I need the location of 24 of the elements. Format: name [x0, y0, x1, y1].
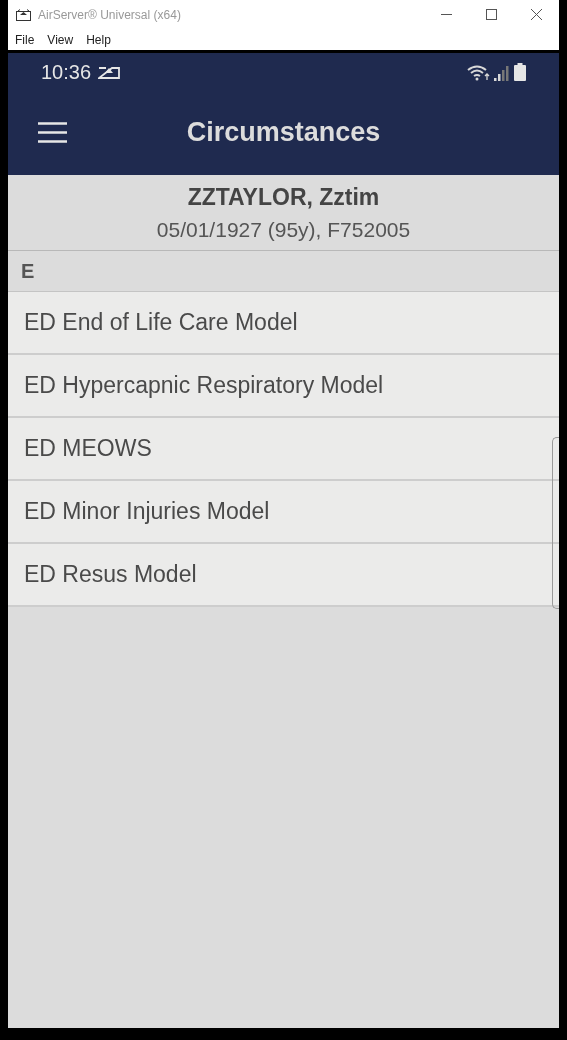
notification-icon: [98, 64, 121, 79]
list-item[interactable]: ED Hypercapnic Respiratory Model: [8, 355, 559, 418]
maximize-icon: [486, 9, 497, 20]
list-item[interactable]: ED End of Life Care Model: [8, 292, 559, 355]
menu-item[interactable]: File: [15, 30, 35, 49]
close-icon: [531, 9, 542, 20]
list-item[interactable]: ED Minor Injuries Model: [8, 481, 559, 544]
battery-icon: [514, 62, 526, 81]
menu-item[interactable]: View: [47, 30, 74, 49]
page-title: Circumstances: [186, 116, 381, 150]
menu-icon: [37, 122, 67, 143]
section-header: E: [21, 259, 35, 284]
minimize-icon: [441, 14, 452, 15]
scroll-handle[interactable]: [552, 437, 559, 609]
app-icon: [16, 8, 31, 21]
status-time: 10:36: [41, 59, 92, 85]
patient-name: ZZTAYLOR, Zztim: [187, 182, 380, 212]
list-item[interactable]: ED Resus Model: [8, 544, 559, 607]
wifi-icon: [467, 63, 490, 81]
list-item[interactable]: ED MEOWS: [8, 418, 559, 481]
window-title: AirServer® Universal (x64): [38, 6, 181, 24]
signal-icon: [494, 64, 510, 81]
menu-item[interactable]: Help: [86, 30, 111, 49]
patient-details: 05/01/1927 (95y), F752005: [156, 217, 411, 243]
